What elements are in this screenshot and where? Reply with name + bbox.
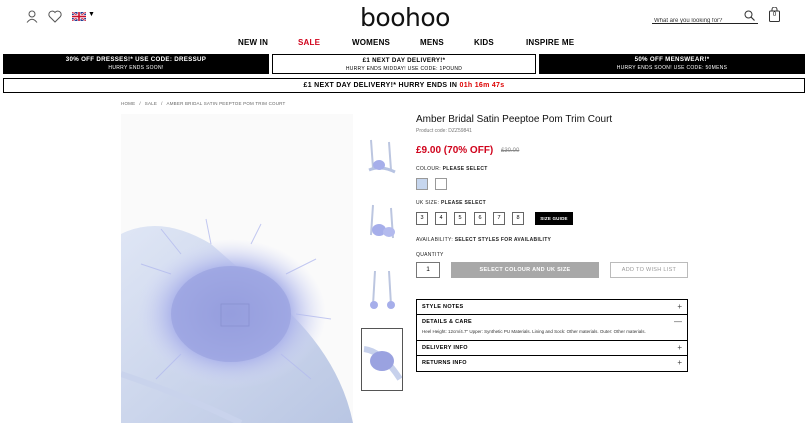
promo-subtitle: HURRY ENDS SOON! (108, 65, 164, 71)
promo-subtitle: HURRY ENDS MIDDAY! USE CODE: 1POUND (345, 66, 463, 72)
breadcrumb-current: AMBER BRIDAL SATIN PEEPTOE POM TRIM COUR… (166, 101, 286, 106)
accordion-delivery-info[interactable]: DELIVERY INFO + (417, 341, 687, 356)
uk-flag-icon[interactable] (72, 12, 86, 21)
quantity-input[interactable]: 1 (416, 262, 440, 278)
add-to-bag-button[interactable]: SELECT COLOUR AND UK SIZE (451, 262, 599, 278)
account-icon[interactable] (26, 10, 38, 23)
expand-plus-icon[interactable]: + (677, 358, 682, 367)
size-option-7[interactable]: 7 (493, 212, 505, 225)
product-title: Amber Bridal Satin Peeptoe Pom Trim Cour… (416, 114, 613, 125)
expand-plus-icon[interactable]: + (677, 343, 682, 352)
promo-banner-delivery[interactable]: £1 NEXT DAY DELIVERY!* HURRY ENDS MIDDAY… (272, 54, 536, 74)
product-thumbnail-3[interactable] (361, 259, 403, 322)
colour-swatch-white[interactable] (435, 178, 447, 190)
size-option-8[interactable]: 8 (512, 212, 524, 225)
promo-banner-menswear[interactable]: 50% OFF MENSWEAR!* HURRY ENDS SOON! USE … (539, 54, 805, 74)
delivery-countdown-banner[interactable]: £1 NEXT DAY DELIVERY!* HURRY ENDS IN 01h… (3, 78, 805, 93)
quantity-label: QUANTITY (416, 252, 444, 258)
nav-mens[interactable]: MENS (420, 38, 444, 47)
expand-plus-icon[interactable]: + (677, 302, 682, 311)
size-label-text: UK SIZE: (416, 200, 440, 206)
brand-logo[interactable]: boohoo (355, 3, 455, 32)
colour-swatch-blue[interactable] (416, 178, 428, 190)
promo-title: 30% OFF DRESSES!* USE CODE: DRESSUP (65, 56, 207, 63)
size-option-6[interactable]: 6 (474, 212, 486, 225)
accordion-details-care[interactable]: DETAILS & CARE — Heel Height: 12cm/4.7" … (417, 315, 687, 341)
nav-new-in[interactable]: NEW IN (238, 38, 268, 47)
accordion-style-notes[interactable]: STYLE NOTES + (417, 300, 687, 315)
promo-banner-dresses[interactable]: 30% OFF DRESSES!* USE CODE: DRESSUP HURR… (3, 54, 269, 74)
product-main-image[interactable] (121, 114, 353, 423)
availability-value: SELECT STYLES FOR AVAILABILITY (454, 237, 552, 243)
nav-kids[interactable]: KIDS (474, 38, 494, 47)
search-input[interactable] (652, 14, 738, 28)
promo-subtitle: HURRY ENDS SOON! USE CODE: 50MENS (616, 65, 728, 71)
size-value: PLEASE SELECT (440, 200, 486, 206)
nav-sale[interactable]: SALE (298, 38, 320, 47)
accordion-body: Heel Height: 12cm/4.7" Upper: Synthetic … (422, 329, 646, 334)
colour-label: COLOUR: PLEASE SELECT (416, 166, 488, 172)
product-code: Product code: DZZ59841 (416, 128, 472, 134)
accordion-title: DETAILS & CARE (422, 319, 472, 325)
colour-label-text: COLOUR: (416, 166, 441, 172)
accordion-title: RETURNS INFO (422, 360, 467, 366)
breadcrumb: HOME / SALE / AMBER BRIDAL SATIN PEEPTOE POM… (121, 101, 290, 106)
breadcrumb-home[interactable]: HOME (121, 101, 135, 106)
product-thumbnail-1[interactable] (361, 120, 403, 183)
country-dropdown-caret-icon[interactable]: ▼ (88, 11, 95, 18)
availability-label-text: AVAILABILITY: (416, 237, 454, 243)
countdown-timer: 01h 16m 47s (459, 82, 505, 89)
main-nav: NEW IN SALE WOMENS MENS KIDS INSPIRE ME (0, 38, 810, 50)
breadcrumb-separator: / (139, 101, 141, 106)
nav-inspire-me[interactable]: INSPIRE ME (526, 38, 574, 47)
size-option-3[interactable]: 3 (416, 212, 428, 225)
collapse-minus-icon[interactable]: — (674, 317, 682, 326)
size-label: UK SIZE: PLEASE SELECT (416, 200, 486, 206)
breadcrumb-separator: / (161, 101, 163, 106)
search-icon[interactable] (744, 10, 755, 21)
accordion-title: STYLE NOTES (422, 304, 464, 310)
search-box (652, 9, 758, 28)
accordion-returns-info[interactable]: RETURNS INFO + (417, 356, 687, 371)
promo-title: £1 NEXT DAY DELIVERY!* (362, 57, 446, 64)
size-option-4[interactable]: 4 (435, 212, 447, 225)
promo-title: 50% OFF MENSWEAR!* (634, 56, 710, 63)
accordion-title: DELIVERY INFO (422, 345, 468, 351)
countdown-text: £1 NEXT DAY DELIVERY!* HURRY ENDS IN (303, 82, 458, 89)
nav-womens[interactable]: WOMENS (352, 38, 390, 47)
product-old-price: £30.00 (501, 148, 520, 154)
colour-value: PLEASE SELECT (442, 166, 488, 172)
product-thumbnail-2[interactable] (361, 190, 403, 253)
add-to-wishlist-button[interactable]: ADD TO WISH LIST (610, 262, 688, 278)
header: ▼ boohoo 0 (0, 0, 810, 36)
availability-label: AVAILABILITY: SELECT STYLES FOR AVAILABI… (416, 237, 551, 243)
size-guide-button[interactable]: SIZE GUIDE (535, 212, 573, 225)
breadcrumb-sale[interactable]: SALE (145, 101, 157, 106)
product-thumbnail-4[interactable] (361, 328, 403, 391)
size-option-5[interactable]: 5 (454, 212, 466, 225)
product-price: £9.00 (70% OFF) (416, 145, 494, 156)
wishlist-heart-icon[interactable] (48, 10, 62, 23)
bag-count: 0 (772, 12, 777, 18)
product-info-accordion: STYLE NOTES + DETAILS & CARE — Heel Heig… (416, 299, 688, 372)
